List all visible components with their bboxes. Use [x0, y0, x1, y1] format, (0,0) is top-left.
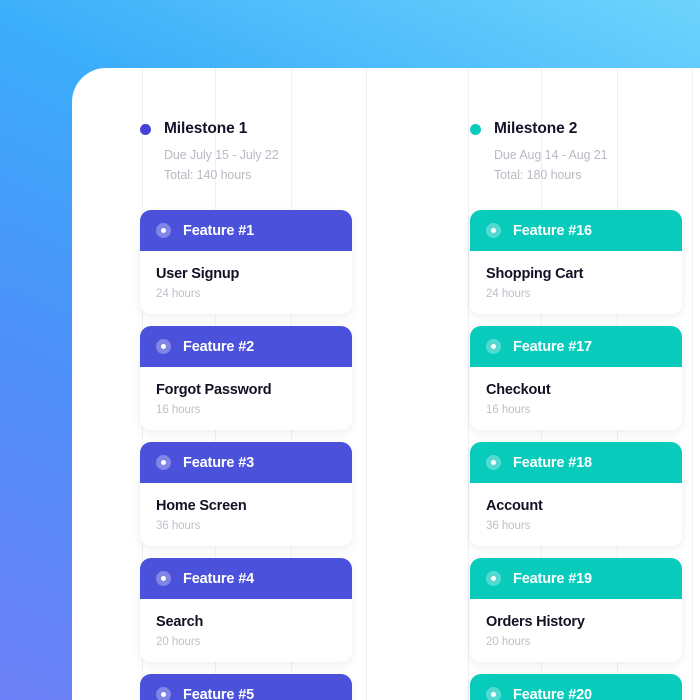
feature-card-header[interactable]: Feature #20: [470, 674, 682, 700]
feature-card[interactable]: Feature #20 Saved Cards: [470, 674, 682, 700]
feature-name: Account: [486, 498, 543, 514]
feature-card[interactable]: Feature #5 Product Details: [140, 674, 352, 700]
feature-hours: 16 hours: [156, 404, 201, 416]
feature-card-header[interactable]: Feature #5: [140, 674, 352, 700]
feature-card-body: Checkout 16 hours: [470, 367, 682, 430]
radio-dot-icon: [156, 687, 171, 700]
feature-card-list-1: Feature #1 User Signup 24 hours Feature …: [140, 210, 402, 700]
milestone-due-date: Due Aug 14 - Aug 21: [494, 148, 608, 162]
feature-hours: 20 hours: [156, 636, 201, 648]
feature-card-header-label: Feature #16: [513, 222, 592, 239]
app-background: Milestone 1 Due July 15 - July 22 Total:…: [0, 0, 700, 700]
milestone-title: Milestone 2: [494, 120, 578, 137]
feature-card[interactable]: Feature #17 Checkout 16 hours: [470, 326, 682, 430]
radio-dot-icon: [486, 687, 501, 700]
milestone-total-hours: Total: 180 hours: [494, 168, 582, 182]
feature-hours: 20 hours: [486, 636, 531, 648]
feature-card-header[interactable]: Feature #16: [470, 210, 682, 251]
feature-hours: 36 hours: [486, 520, 531, 532]
feature-card-header-label: Feature #4: [183, 570, 255, 587]
feature-card[interactable]: Feature #3 Home Screen 36 hours: [140, 442, 352, 546]
feature-name: Forgot Password: [156, 382, 272, 398]
feature-card-header-label: Feature #17: [513, 338, 592, 355]
feature-card-header[interactable]: Feature #3: [140, 442, 352, 483]
feature-card-header-label: Feature #18: [513, 454, 592, 471]
radio-dot-icon: [486, 339, 501, 354]
radio-dot-icon: [486, 455, 501, 470]
feature-card[interactable]: Feature #16 Shopping Cart 24 hours: [470, 210, 682, 314]
feature-card[interactable]: Feature #4 Search 20 hours: [140, 558, 352, 662]
feature-card-body: Account 36 hours: [470, 483, 682, 546]
feature-hours: 36 hours: [156, 520, 201, 532]
feature-card[interactable]: Feature #1 User Signup 24 hours: [140, 210, 352, 314]
radio-dot-icon: [156, 339, 171, 354]
feature-hours: 16 hours: [486, 404, 531, 416]
feature-card-header-label: Feature #2: [183, 338, 255, 355]
milestone-column-1: Milestone 1 Due July 15 - July 22 Total:…: [72, 68, 402, 700]
feature-card-header[interactable]: Feature #4: [140, 558, 352, 599]
dot-icon: [140, 123, 151, 135]
feature-card[interactable]: Feature #18 Account 36 hours: [470, 442, 682, 546]
feature-card-body: User Signup 24 hours: [140, 251, 352, 314]
roadmap-panel: Milestone 1 Due July 15 - July 22 Total:…: [72, 68, 700, 700]
feature-name: Home Screen: [156, 498, 247, 514]
dot-icon: [470, 123, 481, 135]
feature-name: Checkout: [486, 382, 551, 398]
milestone-column-2: Milestone 2 Due Aug 14 - Aug 21 Total: 1…: [402, 68, 700, 700]
radio-dot-icon: [156, 223, 171, 238]
feature-card-header-label: Feature #5: [183, 686, 255, 700]
feature-name: Orders History: [486, 614, 585, 630]
radio-dot-icon: [156, 571, 171, 586]
feature-card-header-label: Feature #19: [513, 570, 592, 587]
milestone-header-2: Milestone 2 Due Aug 14 - Aug 21 Total: 1…: [470, 120, 700, 182]
feature-card-header[interactable]: Feature #19: [470, 558, 682, 599]
milestone-due-date: Due July 15 - July 22: [164, 148, 279, 162]
radio-dot-icon: [486, 223, 501, 238]
feature-card-header[interactable]: Feature #1: [140, 210, 352, 251]
feature-name: Search: [156, 614, 204, 630]
milestone-title: Milestone 1: [164, 120, 248, 137]
feature-card[interactable]: Feature #2 Forgot Password 16 hours: [140, 326, 352, 430]
milestone-board: Milestone 1 Due July 15 - July 22 Total:…: [72, 68, 700, 700]
radio-dot-icon: [156, 455, 171, 470]
milestone-title-row: Milestone 1: [140, 120, 402, 138]
feature-card-header-label: Feature #20: [513, 686, 592, 700]
feature-card-header[interactable]: Feature #2: [140, 326, 352, 367]
feature-card-header-label: Feature #1: [183, 222, 255, 239]
feature-card-header-label: Feature #3: [183, 454, 255, 471]
feature-card-body: Orders History 20 hours: [470, 599, 682, 662]
feature-name: User Signup: [156, 266, 240, 282]
feature-hours: 24 hours: [156, 288, 201, 300]
feature-card-body: Search 20 hours: [140, 599, 352, 662]
feature-card-body: Home Screen 36 hours: [140, 483, 352, 546]
feature-name: Shopping Cart: [486, 266, 584, 282]
milestone-header-1: Milestone 1 Due July 15 - July 22 Total:…: [140, 120, 402, 182]
feature-card-header[interactable]: Feature #17: [470, 326, 682, 367]
feature-card[interactable]: Feature #19 Orders History 20 hours: [470, 558, 682, 662]
feature-card-body: Shopping Cart 24 hours: [470, 251, 682, 314]
milestone-total-hours: Total: 140 hours: [164, 168, 252, 182]
feature-card-list-2: Feature #16 Shopping Cart 24 hours Featu…: [470, 210, 700, 700]
feature-hours: 24 hours: [486, 288, 531, 300]
feature-card-header[interactable]: Feature #18: [470, 442, 682, 483]
feature-card-body: Forgot Password 16 hours: [140, 367, 352, 430]
milestone-title-row: Milestone 2: [470, 120, 700, 138]
radio-dot-icon: [486, 571, 501, 586]
